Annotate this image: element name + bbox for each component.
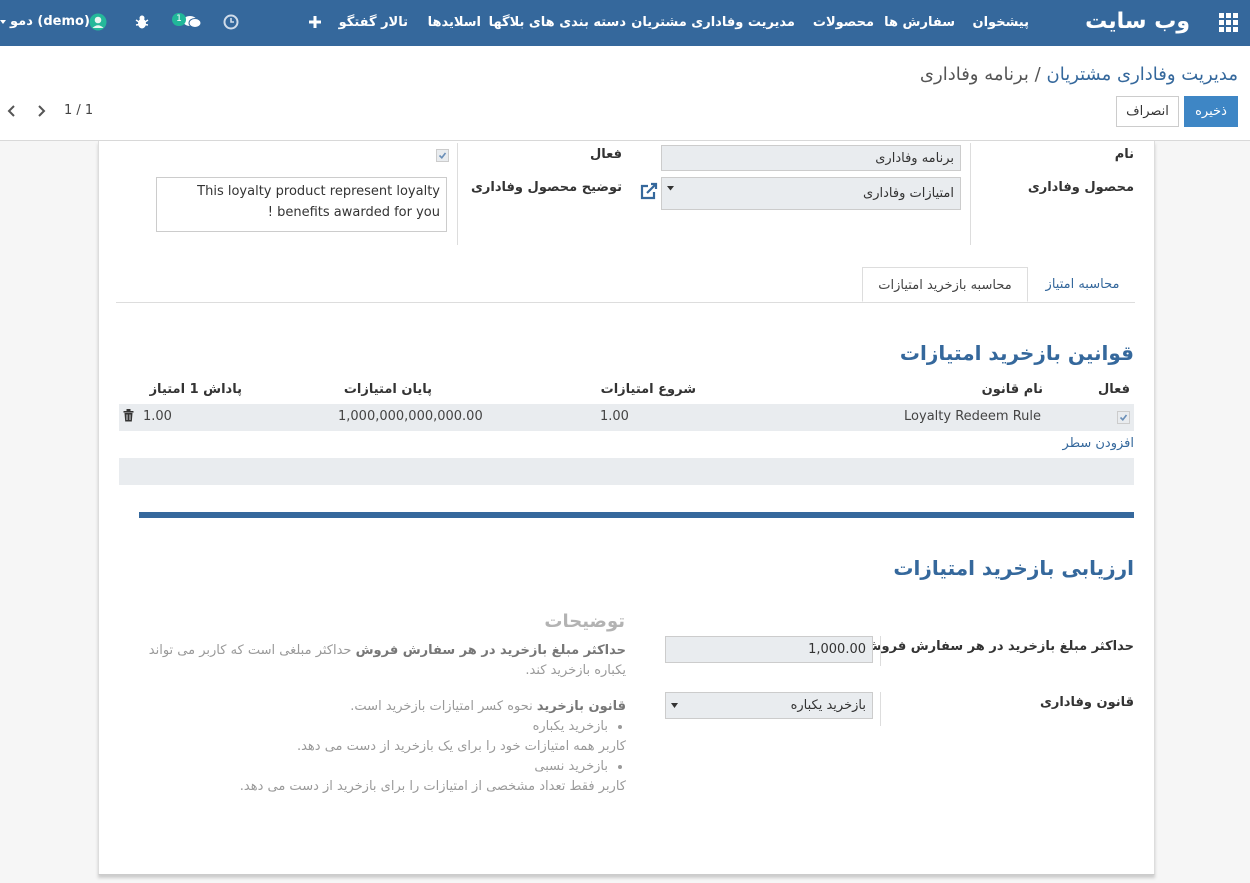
user-avatar[interactable] — [89, 13, 107, 31]
redeem-rules-title: قوانین بازخرید امتیازات — [899, 341, 1134, 365]
help-option-partial-title: بازخرید نسبی — [534, 759, 608, 774]
active-checkbox[interactable] — [436, 149, 449, 162]
help-option-partial: بازخرید نسبی — [140, 757, 608, 777]
external-link-icon[interactable] — [638, 181, 660, 201]
tab-points-calculation[interactable]: محاسبه امتیاز — [1030, 267, 1135, 302]
breadcrumb-parent-link[interactable]: مدیریت وفاداری مشتریان — [1046, 64, 1238, 85]
trash-icon[interactable] — [123, 409, 134, 422]
column-end-points[interactable]: پایان امتیازات — [344, 382, 432, 397]
column-active[interactable]: فعال — [1098, 382, 1130, 397]
help-title: توضیحات — [544, 611, 625, 632]
description-textarea[interactable]: This loyalty product represent loyalty b… — [156, 177, 447, 232]
menu-products[interactable]: محصولات — [813, 15, 874, 30]
menu-dashboard[interactable]: پیشخوان — [973, 15, 1030, 30]
menu-slides[interactable]: اسلایدها — [428, 15, 481, 30]
name-label: نام — [1114, 147, 1134, 162]
active-label: فعال — [589, 147, 622, 162]
rule-reward-cell: 1.00 — [143, 409, 172, 424]
loyalty-rule-label: قانون وفاداری — [1039, 695, 1134, 710]
help-option-partial-text: کاربر فقط تعداد مشخصی از امتیازات را برا… — [239, 779, 626, 794]
section-separator — [139, 512, 1134, 518]
select-caret-icon[interactable] — [667, 186, 674, 191]
rule-end-cell: 1,000,000,000,000.00 — [338, 409, 483, 424]
menu-orders[interactable]: سفارش ها — [884, 15, 955, 30]
column-reward-per-point[interactable]: پاداش 1 امتیاز — [150, 382, 242, 397]
help-option-once: بازخرید یکباره — [140, 717, 608, 737]
help-loyalty-rule-text: نحوه کسر امتیازات بازخرید است. — [350, 699, 537, 714]
breadcrumb: مدیریت وفاداری مشتریان / برنامه وفاداری — [920, 64, 1238, 85]
select-caret-icon[interactable] — [671, 703, 678, 709]
help-option-once-title: بازخرید یکباره — [532, 719, 608, 734]
max-redeem-input[interactable]: 1,000.00 — [665, 636, 873, 663]
breadcrumb-separator: / — [1034, 64, 1041, 85]
loyalty-product-label: محصول وفاداری — [1027, 180, 1134, 195]
top-navbar: وب سایت پیشخوان سفارش ها محصولات مدیریت … — [0, 0, 1250, 46]
help-option-once-text: کاربر همه امتیازات خود را برای یک بازخری… — [296, 739, 626, 754]
rule-name-cell: Loyalty Redeem Rule — [904, 409, 1041, 424]
help-rule-options-list: بازخرید یکباره — [140, 717, 626, 737]
loyalty-rule-value: بازخرید یکباره — [790, 698, 866, 713]
brand-title[interactable]: وب سایت — [1085, 9, 1190, 34]
help-loyalty-rule-term: قانون بازخرید — [536, 699, 626, 714]
rule-start-cell: 1.00 — [600, 409, 629, 424]
group-divider — [970, 143, 971, 245]
tab-redeem-calculation[interactable]: محاسبه بازخرید امتیازات — [862, 267, 1028, 302]
help-rule-options-list-2: بازخرید نسبی — [140, 757, 626, 777]
user-dropdown-caret-icon[interactable] — [0, 20, 6, 25]
tabs-divider — [116, 302, 1135, 303]
loyalty-product-value: امتیازات وفاداری — [863, 186, 954, 201]
save-button[interactable]: ذخیره — [1184, 96, 1238, 127]
clock-icon[interactable] — [223, 14, 239, 30]
help-max-redeem: حداکثر مبلغ بازخرید در هر سفارش فروش حدا… — [140, 641, 626, 681]
column-start-points[interactable]: شروع امتیازات — [601, 382, 696, 397]
pager-previous-icon[interactable] — [7, 104, 17, 118]
plus-icon[interactable] — [309, 16, 321, 28]
field-divider-2 — [880, 692, 881, 726]
loyalty-product-select[interactable]: امتیازات وفاداری — [661, 177, 961, 210]
help-max-redeem-term: حداکثر مبلغ بازخرید در هر سفارش فروش — [355, 643, 626, 658]
rule-active-checkbox[interactable] — [1117, 411, 1130, 424]
chat-count-badge: 1 — [172, 13, 186, 26]
menu-blog-categories[interactable]: دسته بندی های بلاگها — [489, 15, 626, 30]
column-rule-name[interactable]: نام قانون — [982, 382, 1043, 397]
breadcrumb-current: برنامه وفاداری — [919, 64, 1029, 85]
help-loyalty-rule: قانون بازخرید نحوه کسر امتیازات بازخرید … — [140, 697, 626, 797]
menu-loyalty-management[interactable]: مدیریت وفاداری مشتریان — [631, 15, 795, 30]
table-footer — [119, 458, 1134, 485]
pager-next-icon[interactable] — [36, 104, 46, 118]
description-label: توضیح محصول وفاداری — [471, 180, 622, 195]
loyalty-rule-select[interactable]: بازخرید یکباره — [665, 692, 873, 719]
bug-icon[interactable] — [134, 14, 150, 30]
field-divider — [880, 636, 881, 666]
name-field[interactable]: برنامه وفاداری — [661, 145, 961, 171]
apps-menu-icon[interactable] — [1219, 13, 1238, 32]
max-redeem-label: حداکثر مبلغ بازخرید در هر سفارش فروش — [863, 639, 1134, 654]
group-divider-2 — [457, 143, 458, 245]
add-line-link[interactable]: افزودن سطر — [1063, 436, 1134, 451]
user-name[interactable]: دمو (demo) — [10, 14, 90, 29]
pager-counter[interactable]: 1 / 1 — [64, 103, 93, 118]
redeem-evaluation-title: ارزیابی بازخرید امتیازات — [893, 556, 1134, 580]
cancel-button[interactable]: انصراف — [1116, 96, 1179, 127]
menu-forum[interactable]: تالار گفتگو — [339, 15, 408, 30]
